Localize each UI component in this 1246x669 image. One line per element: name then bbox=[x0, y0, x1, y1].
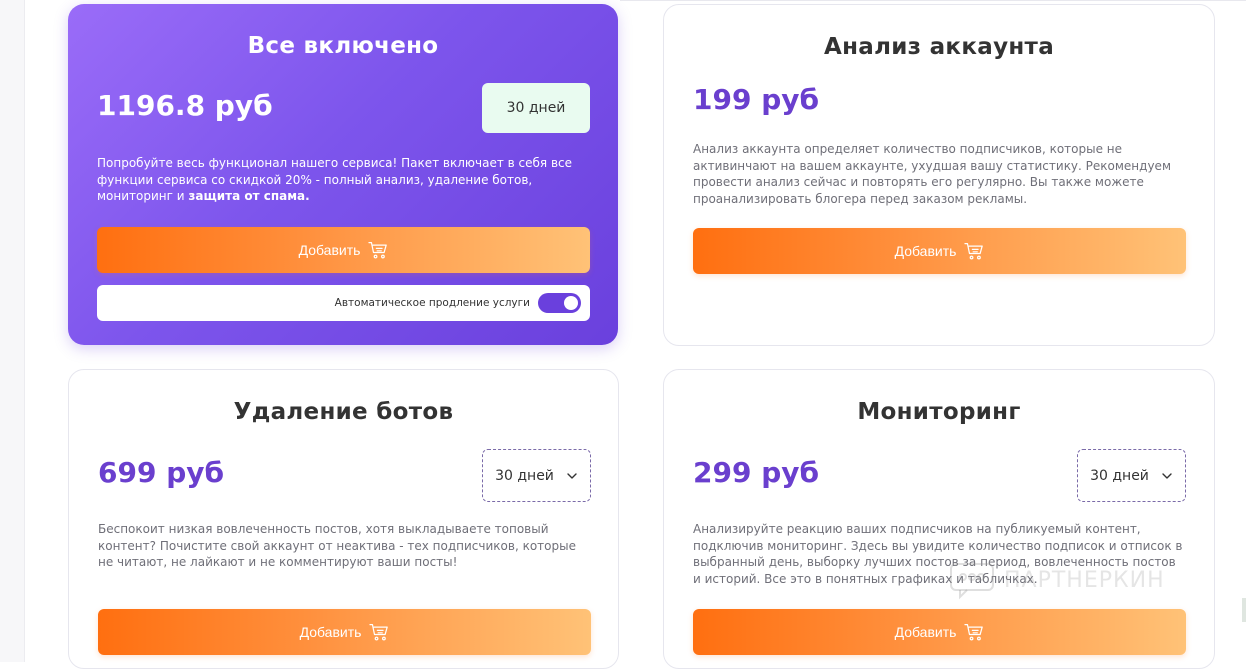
top-divider bbox=[620, 0, 1246, 1]
add-button[interactable]: Добавить bbox=[693, 609, 1186, 655]
period-select[interactable]: 30 дней bbox=[482, 449, 591, 502]
left-margin-strip bbox=[0, 0, 25, 662]
card-account-analysis: Анализ аккаунта 199 руб Анализ аккаунта … bbox=[663, 4, 1215, 346]
card-description: Попробуйте весь функционал нашего сервис… bbox=[97, 155, 589, 205]
chevron-down-icon bbox=[567, 472, 577, 479]
card-description: Беспокоит низкая вовлеченность постов, х… bbox=[98, 522, 576, 570]
card-title: Все включено bbox=[247, 33, 439, 59]
add-button[interactable]: Добавить bbox=[98, 609, 591, 655]
add-button-label: Добавить bbox=[894, 243, 957, 259]
card-description: Анализируйте реакцию ваших подписчиков н… bbox=[693, 522, 1183, 586]
price: 199 руб bbox=[693, 83, 820, 116]
cart-icon bbox=[368, 242, 388, 259]
description-text: Попробуйте весь функционал нашего сервис… bbox=[97, 156, 573, 204]
auto-renew-row: Автоматическое продление услуги bbox=[97, 285, 590, 321]
period-select[interactable]: 30 дней bbox=[1077, 449, 1186, 502]
add-button-label: Добавить bbox=[298, 242, 361, 258]
cart-icon bbox=[964, 243, 984, 260]
card-bot-removal: Удаление ботов 699 руб 30 дней Беспокоит… bbox=[68, 369, 619, 669]
add-button[interactable]: Добавить bbox=[693, 228, 1186, 274]
add-button[interactable]: Добавить bbox=[97, 227, 590, 273]
auto-renew-toggle[interactable] bbox=[538, 293, 581, 313]
price: 299 руб bbox=[693, 456, 820, 489]
period-select-value: 30 дней bbox=[495, 467, 554, 484]
add-button-label: Добавить bbox=[894, 624, 957, 640]
period-select-value: 30 дней bbox=[1090, 467, 1149, 484]
card-title: Анализ аккаунта bbox=[823, 34, 1055, 60]
card-monitoring: Мониторинг 299 руб 30 дней Анализируйте … bbox=[663, 369, 1215, 669]
chevron-down-icon bbox=[1162, 472, 1172, 479]
period-badge: 30 дней bbox=[482, 83, 590, 133]
add-button-label: Добавить bbox=[299, 624, 362, 640]
auto-renew-label: Автоматическое продление услуги bbox=[334, 297, 530, 309]
cart-icon bbox=[964, 624, 984, 641]
card-description: Анализ аккаунта определяет количество по… bbox=[693, 142, 1171, 206]
description-bold: защита от спама. bbox=[188, 189, 310, 204]
scrollbar-edge bbox=[1242, 598, 1246, 622]
price: 1196.8 руб bbox=[97, 89, 273, 122]
card-title: Удаление ботов bbox=[233, 399, 454, 425]
toggle-knob bbox=[564, 296, 578, 310]
cart-icon bbox=[369, 624, 389, 641]
price: 699 руб bbox=[98, 456, 225, 489]
card-all-inclusive: Все включено 1196.8 руб 30 дней Попробуй… bbox=[68, 4, 618, 345]
card-title: Мониторинг bbox=[857, 399, 1021, 425]
